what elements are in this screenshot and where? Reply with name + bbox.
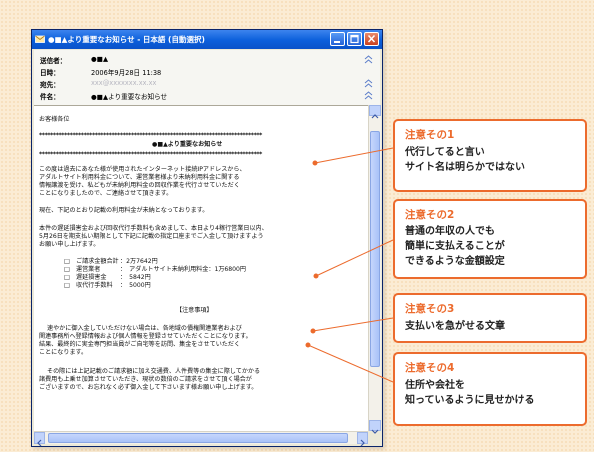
leader-dot-4 [305, 342, 311, 348]
callout-4: 注意その4 住所や会社を 知っているように見せかける [393, 352, 587, 426]
callout-title: 注意その3 [405, 303, 455, 315]
leader-line-1 [314, 147, 394, 164]
callout-line: 住所や会社を [405, 380, 465, 391]
callout-line: サイト名は明らかではない [405, 162, 525, 173]
leader-line-3 [312, 317, 394, 332]
callout-title: 注意その4 [405, 362, 455, 374]
callout-2: 注意その2 普通の年収の人でも 簡単に支払えることが できるような金額設定 [393, 199, 587, 279]
callout-line: できるような金額設定 [405, 256, 505, 267]
callout-1: 注意その1 代行してると言い サイト名は明らかではない [393, 119, 587, 192]
leader-dot-2 [313, 273, 319, 279]
leader-line-2 [315, 239, 394, 277]
callout-line: 普通の年収の人でも [405, 226, 495, 237]
leader-line-4 [307, 344, 394, 383]
callout-title: 注意その2 [405, 209, 455, 221]
callout-line: 簡単に支払えることが [405, 241, 505, 252]
callout-title: 注意その1 [405, 129, 455, 141]
callout-line: 支払いを急がせる文章 [405, 321, 505, 332]
leader-dot-1 [312, 160, 318, 166]
callout-line: 代行してると言い [405, 147, 485, 158]
leader-dot-3 [310, 328, 316, 334]
callout-line: 知っているように見せかける [405, 395, 535, 406]
callout-3: 注意その3 支払いを急がせる文章 [393, 293, 587, 343]
